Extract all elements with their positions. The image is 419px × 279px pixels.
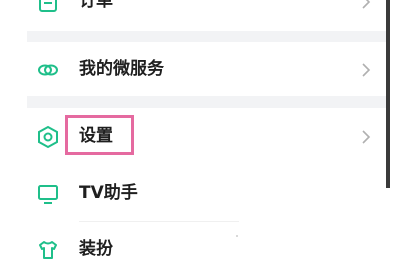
link-loop-icon (38, 64, 58, 76)
menu-item-label: 我的微服务 (79, 59, 164, 79)
tv-screen-icon (38, 185, 58, 204)
menu-item-tv-assistant[interactable]: TV助手 (27, 168, 388, 218)
item-divider (79, 221, 239, 222)
settings-menu-screen: 订单 我的微服务 设置 TV助手 装扮 (0, 0, 419, 279)
tshirt-icon (39, 241, 57, 259)
section-separator (27, 31, 388, 42)
artifact-dot (236, 235, 238, 237)
chevron-right-icon (362, 0, 371, 9)
menu-item-micro-services[interactable]: 我的微服务 (27, 44, 388, 94)
window-edge-bar (386, 0, 390, 188)
document-list-icon (39, 0, 57, 12)
menu-item-dress-up[interactable]: 装扮 (27, 224, 388, 274)
menu-item-label: TV助手 (79, 183, 138, 203)
hexagon-settings-icon (38, 125, 58, 149)
menu-item-orders[interactable]: 订单 (27, 0, 388, 26)
chevron-right-icon (362, 63, 371, 77)
chevron-right-icon (362, 130, 371, 144)
menu-item-label: 装扮 (79, 239, 113, 259)
highlight-box (65, 115, 134, 155)
background-region (390, 188, 419, 279)
section-separator (27, 96, 388, 108)
menu-item-label: 订单 (79, 0, 113, 11)
